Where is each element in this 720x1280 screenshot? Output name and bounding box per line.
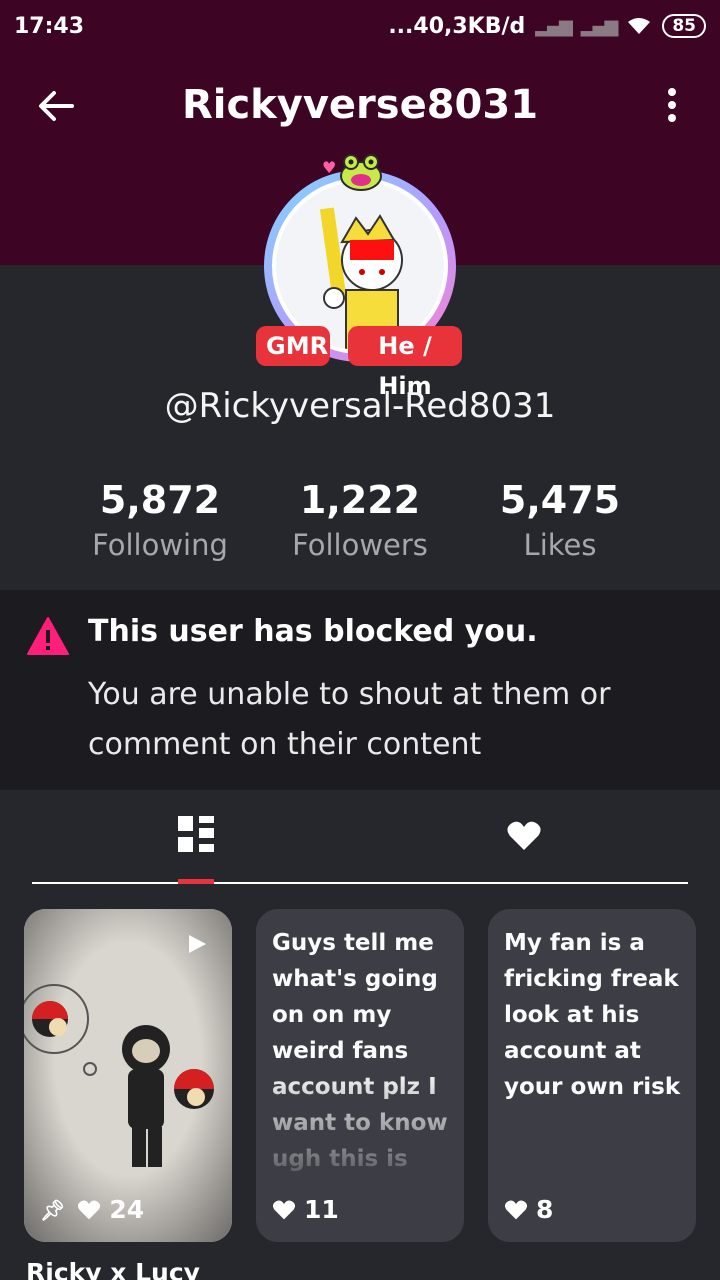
network-speed: ...40,3KB/d (388, 13, 526, 39)
text-fade (256, 1069, 464, 1189)
heart-icon[interactable] (506, 820, 542, 852)
tab-divider (32, 882, 688, 884)
status-icons: ...40,3KB/d ▂▄▆ ▂▄▆ 85 (388, 14, 706, 39)
signal-icon-2: ▂▄▆ (580, 15, 619, 37)
wifi-icon (628, 18, 651, 34)
signal-icon: ▂▄▆ (535, 15, 573, 37)
pin-icon: 📌︎ (40, 1197, 66, 1222)
like-count: 8 (536, 1195, 554, 1224)
post-likes: 11 (272, 1195, 339, 1224)
post-caption: Ricky x Lucy (26, 1258, 200, 1280)
stat-label: Following (92, 528, 228, 562)
heart-icon (504, 1199, 528, 1219)
post-likes: 📌︎ 24 (40, 1195, 144, 1224)
hearts-decoration-icon: ♥ (322, 158, 337, 177)
pronoun-badge: He / Him (348, 326, 462, 400)
heart-icon (78, 1199, 101, 1219)
status-bar: 17:43 ...40,3KB/d ▂▄▆ ▂▄▆ 85 (0, 0, 720, 52)
profile-stats: 5,872 Following 1,222 Followers 5,475 Li… (60, 478, 660, 578)
stat-label: Followers (292, 528, 428, 562)
like-count: 11 (304, 1195, 339, 1224)
page-title: Rickyverse8031 (181, 82, 539, 128)
stat-followers[interactable]: 1,222 Followers (260, 478, 460, 562)
blocked-notice: This user has blocked you. You are unabl… (0, 590, 720, 790)
heart-icon (272, 1199, 296, 1219)
post-card-video[interactable]: 📌︎ 24 (24, 909, 232, 1242)
like-count: 24 (109, 1195, 145, 1224)
battery-icon: 85 (662, 14, 706, 38)
stat-value: 1,222 (299, 478, 421, 522)
post-card-text[interactable]: My fan is a fricking freak look at his a… (488, 909, 696, 1242)
stat-following[interactable]: 5,872 Following (60, 478, 260, 562)
status-time: 17:43 (14, 13, 85, 39)
video-thumbnail (24, 909, 232, 1242)
stat-likes: 5,475 Likes (460, 478, 660, 562)
warning-icon (27, 617, 69, 655)
tag-badge-gmr: GMR (256, 326, 330, 366)
play-icon (189, 935, 206, 953)
more-options-icon[interactable] (662, 86, 682, 130)
stat-label: Likes (523, 528, 597, 562)
post-card-text[interactable]: Guys tell me what's going on on my weird… (256, 909, 464, 1242)
active-tab-indicator (178, 879, 214, 884)
grid-icon[interactable] (178, 816, 214, 852)
blocked-title: This user has blocked you. (88, 614, 538, 649)
user-handle: @Rickyversal-Red8031 (164, 386, 556, 426)
blocked-message: You are unable to shout at them or comme… (88, 677, 611, 762)
post-likes: 8 (504, 1195, 553, 1224)
stat-value: 5,872 (99, 478, 221, 522)
frog-badge-icon (340, 154, 382, 191)
avatar-image (319, 207, 403, 350)
stat-value: 5,475 (499, 478, 621, 522)
content-tabs (32, 790, 688, 886)
post-text: My fan is a fricking freak look at his a… (504, 930, 681, 1100)
